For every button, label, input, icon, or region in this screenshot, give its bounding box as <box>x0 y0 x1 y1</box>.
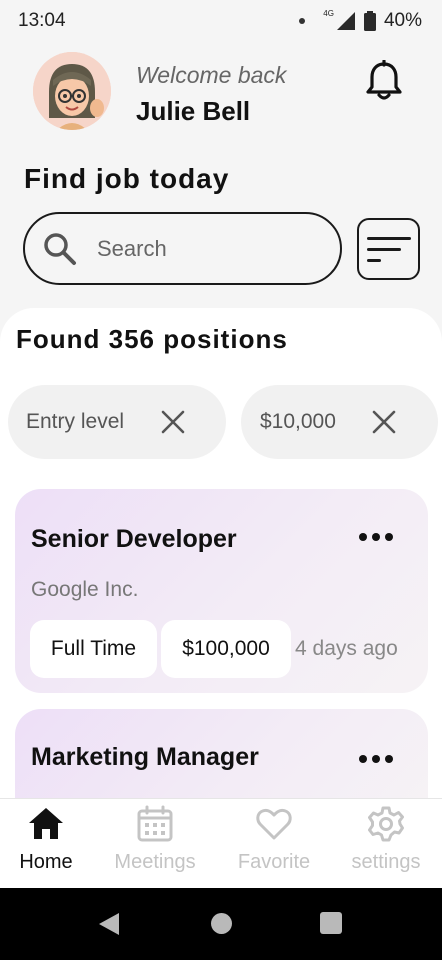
nav-item-favorite[interactable]: Favorite <box>228 799 320 889</box>
system-nav-bar <box>0 888 442 960</box>
notification-dot-icon <box>299 18 306 24</box>
status-bar: 13:04 4G 40% <box>0 0 442 42</box>
search-input[interactable] <box>97 235 297 262</box>
job-title: Marketing Manager <box>31 743 259 771</box>
avatar-image <box>33 52 111 130</box>
nav-item-home[interactable]: Home <box>0 799 92 889</box>
header: Welcome back Julie Bell <box>0 50 442 140</box>
nav-label: Favorite <box>237 851 311 873</box>
filter-line-icon <box>367 258 381 262</box>
battery-level: 40% <box>383 10 422 31</box>
nav-label: Meetings <box>114 851 196 873</box>
status-icons: 4G 40% <box>299 8 422 32</box>
filter-line-icon <box>367 236 411 240</box>
results-count: Found 356 positions <box>16 324 288 354</box>
filter-line-icon <box>367 247 401 251</box>
filter-chip[interactable]: $10,000 <box>241 385 438 459</box>
notification-bell-icon[interactable] <box>364 59 404 102</box>
nav-label: settings <box>351 851 421 873</box>
job-card[interactable]: Marketing Manager <box>15 709 428 798</box>
more-options-icon[interactable] <box>359 753 393 765</box>
bottom-nav: Home Meetings Favorite settings <box>0 798 442 888</box>
status-time: 13:04 <box>18 10 66 31</box>
nav-label: Home <box>19 851 73 873</box>
more-options-icon[interactable] <box>359 531 393 543</box>
search-box[interactable] <box>23 212 342 285</box>
salary-tag: $100,000 <box>161 620 291 678</box>
welcome-text: Welcome back <box>136 62 287 88</box>
calendar-icon <box>137 805 173 842</box>
signal-icon <box>336 12 355 30</box>
filter-chip-label: $10,000 <box>260 410 336 433</box>
nav-item-settings[interactable]: settings <box>340 799 432 889</box>
recent-apps-icon[interactable] <box>320 912 342 934</box>
gear-icon <box>368 806 404 842</box>
home-icon <box>29 808 63 839</box>
avatar[interactable] <box>33 52 111 130</box>
back-icon[interactable] <box>98 912 120 936</box>
results-panel: Found 356 positions Entry level $10,000 … <box>0 308 442 798</box>
home-circle-icon[interactable] <box>211 913 232 934</box>
filter-chip[interactable]: Entry level <box>8 385 226 459</box>
job-card[interactable]: Senior Developer Google Inc. Full Time $… <box>15 489 428 693</box>
filter-button[interactable] <box>357 218 420 280</box>
posted-time: 4 days ago <box>295 637 398 660</box>
heart-icon <box>256 808 292 840</box>
filter-chip-label: Entry level <box>26 410 125 433</box>
network-type: 4G <box>323 8 334 18</box>
battery-icon <box>363 11 376 31</box>
close-icon[interactable] <box>371 409 397 435</box>
page-title: Find job today <box>24 163 230 194</box>
nav-item-meetings[interactable]: Meetings <box>102 799 208 889</box>
job-title: Senior Developer <box>31 525 237 553</box>
job-type-tag: Full Time <box>30 620 157 678</box>
company-name: Google Inc. <box>31 578 139 601</box>
close-icon[interactable] <box>160 409 186 435</box>
user-name: Julie Bell <box>136 96 251 126</box>
search-icon <box>44 232 76 265</box>
